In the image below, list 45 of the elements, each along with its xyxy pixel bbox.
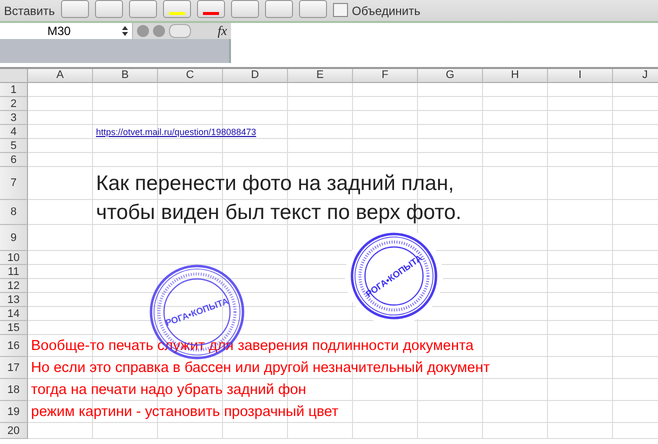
column-header[interactable]: B xyxy=(93,69,158,83)
column-header[interactable]: E xyxy=(288,69,353,83)
row-header[interactable]: 2 xyxy=(0,97,28,111)
fill-color-button[interactable] xyxy=(162,0,191,18)
column-header[interactable]: C xyxy=(158,69,223,83)
column-header[interactable]: I xyxy=(548,69,613,83)
merge-label: Объединить xyxy=(352,5,420,17)
note-text: Но если это справка в бассен или другой незначительный документ xyxy=(31,360,490,376)
heading-text: Как перенести фото на задний план, xyxy=(96,172,454,196)
row-header[interactable]: 17 xyxy=(0,357,28,379)
column-header[interactable]: J xyxy=(613,69,658,83)
row-header[interactable]: 1 xyxy=(0,83,28,97)
row-header[interactable]: 19 xyxy=(0,401,28,423)
row-header[interactable]: 16 xyxy=(0,335,28,357)
column-header[interactable]: D xyxy=(223,69,288,83)
row-header[interactable]: 12 xyxy=(0,279,28,293)
row-header[interactable]: 8 xyxy=(0,200,28,225)
column-header[interactable]: F xyxy=(353,69,418,83)
row-header[interactable]: 9 xyxy=(0,225,28,251)
row-header[interactable]: 15 xyxy=(0,321,28,335)
row-header[interactable]: 18 xyxy=(0,379,28,401)
row-header[interactable]: 5 xyxy=(0,139,28,153)
row-header[interactable]: 11 xyxy=(0,265,28,279)
row-header[interactable]: 6 xyxy=(0,153,28,167)
note-text: тогда на печати надо убрать задний фон xyxy=(31,382,306,398)
row-header[interactable]: 4 xyxy=(0,125,28,139)
function-button[interactable]: fx xyxy=(218,23,227,39)
row-header[interactable]: 20 xyxy=(0,423,28,439)
merge-checkbox[interactable] xyxy=(332,3,348,17)
link[interactable]: https://otvet.mail.ru/question/198088473 xyxy=(96,127,256,137)
column-header[interactable]: G xyxy=(418,69,483,83)
heading-text: чтобы виден был текст по верх фото. xyxy=(96,200,462,224)
row-header[interactable]: 13 xyxy=(0,293,28,307)
row-header[interactable]: 14 xyxy=(0,307,28,321)
paste-label[interactable]: Вставить xyxy=(4,5,55,17)
note-text: режим картини - установить прозрачный цвет xyxy=(31,404,338,420)
toggle-icon[interactable] xyxy=(169,24,191,38)
row-header[interactable]: 7 xyxy=(0,167,28,200)
column-header[interactable]: A xyxy=(28,69,93,83)
spinner-icon[interactable] xyxy=(122,26,128,36)
font-color-button[interactable] xyxy=(196,0,225,18)
row-header[interactable]: 3 xyxy=(0,111,28,125)
column-header[interactable]: H xyxy=(483,69,548,83)
row-header[interactable]: 10 xyxy=(0,251,28,265)
select-all-button[interactable] xyxy=(0,69,28,83)
